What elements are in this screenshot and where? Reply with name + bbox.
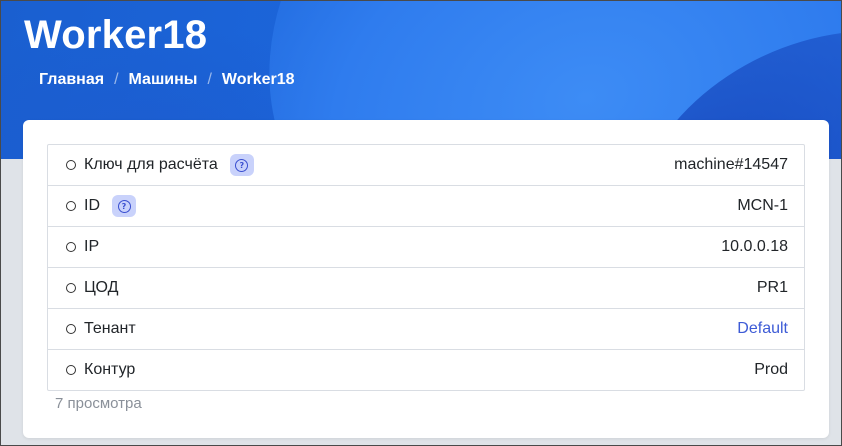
- breadcrumb-machines[interactable]: Машины: [129, 71, 198, 89]
- property-label: ЦОД: [84, 279, 119, 296]
- property-value: Prod: [754, 361, 788, 378]
- property-label: Контур: [84, 361, 136, 378]
- details-card: Ключ для расчёта ? machine#14547 ID ? MC…: [23, 120, 829, 438]
- breadcrumb-current: Worker18: [221, 71, 295, 88]
- tenant-link[interactable]: Default: [737, 320, 788, 338]
- property-value: MCN-1: [737, 197, 788, 214]
- property-row-tenant: Тенант Default: [48, 308, 804, 349]
- breadcrumb-separator: /: [207, 71, 212, 88]
- property-label: IP: [84, 238, 100, 255]
- property-value: machine#14547: [674, 156, 788, 173]
- radio-circle-icon: [66, 201, 76, 211]
- radio-circle-icon: [66, 365, 76, 375]
- property-row-contour: Контур Prod: [48, 349, 804, 390]
- help-button[interactable]: ?: [229, 154, 254, 176]
- radio-circle-icon: [66, 160, 76, 170]
- radio-circle-icon: [66, 324, 76, 334]
- page-title: Worker18: [24, 13, 208, 57]
- property-label: Тенант: [84, 320, 136, 337]
- breadcrumb-separator: /: [114, 71, 119, 88]
- property-label: ID: [84, 197, 100, 214]
- help-button[interactable]: ?: [112, 195, 136, 217]
- breadcrumb: Главная / Машины / Worker18: [39, 71, 295, 89]
- property-row-id: ID ? MCN-1: [48, 185, 804, 226]
- property-list: Ключ для расчёта ? machine#14547 ID ? MC…: [47, 144, 805, 391]
- property-value: PR1: [756, 279, 788, 296]
- breadcrumb-home[interactable]: Главная: [39, 71, 104, 89]
- property-label: Ключ для расчёта: [84, 156, 218, 173]
- question-circle-icon: ?: [117, 199, 131, 213]
- radio-circle-icon: [66, 283, 76, 293]
- property-row-calc-key: Ключ для расчёта ? machine#14547: [48, 145, 804, 185]
- view-count: 7 просмотра: [55, 395, 142, 412]
- property-row-ip: IP 10.0.0.18: [48, 226, 804, 267]
- property-value: 10.0.0.18: [721, 238, 788, 255]
- property-row-datacenter: ЦОД PR1: [48, 267, 804, 308]
- question-circle-icon: ?: [235, 158, 249, 172]
- radio-circle-icon: [66, 242, 76, 252]
